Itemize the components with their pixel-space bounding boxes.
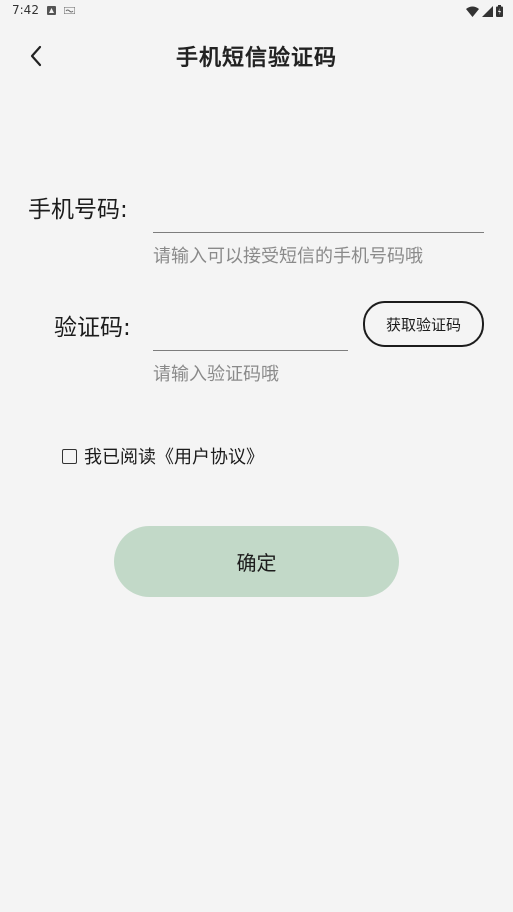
page-title: 手机短信验证码: [175, 46, 337, 71]
phone-hint: 请输入可以接受短信的手机号码哦: [153, 246, 423, 267]
code-input[interactable]: [153, 312, 348, 351]
notification-a-icon: [47, 6, 56, 15]
notification-wave-icon: [64, 7, 75, 14]
code-hint: 请输入验证码哦: [153, 364, 279, 385]
phone-label: 手机号码:: [28, 197, 128, 223]
get-code-button[interactable]: 获取验证码: [363, 301, 484, 347]
status-time: 7:42: [12, 3, 39, 17]
battery-icon: [496, 5, 503, 17]
agreement-row[interactable]: 我已阅读《用户协议》: [62, 443, 264, 469]
signal-icon: [482, 5, 493, 17]
phone-input[interactable]: [153, 194, 484, 233]
agreement-checkbox[interactable]: [62, 448, 77, 464]
agreement-text[interactable]: 我已阅读《用户协议》: [84, 443, 264, 469]
header: 手机短信验证码: [0, 22, 513, 90]
status-right-icons: [466, 4, 503, 18]
status-bar: 7:42: [0, 0, 513, 22]
wifi-icon: [466, 6, 479, 17]
code-label: 验证码:: [54, 315, 131, 341]
confirm-button[interactable]: 确定: [114, 526, 399, 597]
